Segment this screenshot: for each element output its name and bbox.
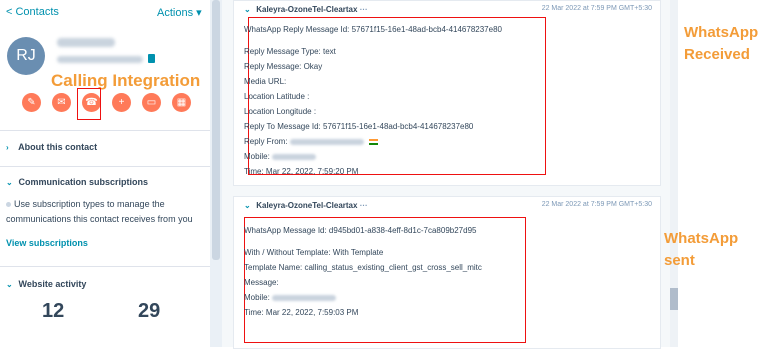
- redacted-name: [289, 138, 364, 145]
- website-activity-header[interactable]: ⌄ Website activity: [6, 279, 86, 289]
- add-icon[interactable]: +: [112, 93, 131, 112]
- about-section-title: About this contact: [18, 142, 98, 152]
- stat-value: 12: [42, 300, 65, 322]
- timeline-scrollbar[interactable]: [670, 288, 678, 310]
- detail-line-time: Time: Mar 22, 2022, 7:59:20 PM: [244, 167, 359, 176]
- card-date: 22 Mar 2022 at 7:59 PM GMT+5:30: [541, 201, 652, 208]
- card-date: 22 Mar 2022 at 7:59 PM GMT+5:30: [541, 5, 652, 12]
- chevron-right-icon: ›: [6, 143, 9, 152]
- info-dot-icon: [6, 202, 11, 208]
- view-subscriptions-link[interactable]: View subscriptions: [6, 238, 88, 248]
- detail-line: Message:: [244, 278, 279, 287]
- detail-line: Template Name: calling_status_existing_c…: [244, 263, 482, 272]
- contact-email-redacted: [57, 56, 143, 63]
- whatsapp-received-card: ⌄ Kaleyra-OzoneTel-Cleartax ··· 22 Mar 2…: [233, 0, 661, 186]
- card-title: Kaleyra-OzoneTel-Cleartax: [256, 5, 358, 14]
- sent-message-highlight: [244, 217, 526, 343]
- detail-line-mobile: Mobile:: [244, 152, 317, 161]
- communication-subscriptions-header[interactable]: ⌄ Communication subscriptions: [6, 177, 148, 187]
- card-title: Kaleyra-OzoneTel-Cleartax: [256, 201, 358, 210]
- meeting-icon[interactable]: ▦: [172, 93, 191, 112]
- actions-dropdown[interactable]: Actions ▾: [157, 6, 202, 19]
- about-section[interactable]: › About this contact: [0, 130, 210, 163]
- detail-line-time: Time: Mar 22, 2022, 7:59:03 PM: [244, 308, 359, 317]
- detail-line: Location Longitude :: [244, 107, 317, 116]
- copy-icon[interactable]: [148, 54, 155, 63]
- chevron-down-icon[interactable]: ⌄: [244, 5, 254, 14]
- chevron-down-icon[interactable]: ⌄: [244, 201, 254, 210]
- stat-value: 29: [138, 300, 161, 322]
- call-highlight-box: [77, 88, 101, 120]
- contact-action-row: ✎ ✉ ☎ + ▭ ▦: [22, 93, 192, 113]
- contact-sidebar: < Contacts Actions ▾ RJ Calling Integrat…: [0, 0, 211, 347]
- chevron-down-icon: ⌄: [6, 178, 13, 187]
- whatsapp-sent-card: ⌄ Kaleyra-OzoneTel-Cleartax ··· 22 Mar 2…: [233, 196, 661, 349]
- subscription-description: Use subscription types to manage the com…: [6, 199, 193, 224]
- contact-name-redacted: [57, 38, 115, 47]
- whatsapp-received-annotation: WhatsApp Received: [684, 24, 758, 63]
- detail-line: Reply Message: Okay: [244, 62, 323, 71]
- detail-line: Reply To Message Id: 57671f15-16e1-48ad-…: [244, 122, 474, 131]
- chevron-down-icon: ⌄: [6, 280, 13, 289]
- more-icon[interactable]: ···: [360, 5, 368, 14]
- sidebar-topbar: < Contacts Actions ▾: [0, 0, 210, 24]
- whatsapp-sent-annotation: WhatsApp sent: [664, 230, 739, 269]
- india-flag-icon: [369, 138, 379, 145]
- calling-integration-annotation: Calling Integration: [51, 71, 201, 90]
- email-icon[interactable]: ✉: [52, 93, 71, 112]
- redacted-mobile: [272, 153, 317, 160]
- more-icon[interactable]: ···: [360, 201, 368, 210]
- communication-subscriptions-title: Communication subscriptions: [18, 177, 149, 187]
- detail-line: Reply Message Type: text: [244, 47, 336, 56]
- detail-line: Media URL:: [244, 77, 287, 86]
- message-id-line: WhatsApp Reply Message Id: 57671f15-16e1…: [244, 25, 502, 34]
- detail-line-reply-from: Reply From:: [244, 137, 379, 146]
- task-icon[interactable]: ▭: [142, 93, 161, 112]
- redacted-mobile: [272, 294, 337, 301]
- contacts-back-link[interactable]: < Contacts: [6, 6, 59, 18]
- detail-line-mobile: Mobile:: [244, 293, 337, 302]
- message-id-line: WhatsApp Message Id: d945bd01-a838-4eff-…: [244, 226, 477, 235]
- website-activity-title: Website activity: [18, 279, 87, 289]
- avatar: RJ: [7, 37, 45, 75]
- detail-line: With / Without Template: With Template: [244, 248, 384, 257]
- website-activity-section: ⌄ Website activity: [0, 266, 210, 348]
- detail-line: Location Latitude :: [244, 92, 310, 101]
- sidebar-scrollbar[interactable]: [212, 0, 220, 260]
- note-icon[interactable]: ✎: [22, 93, 41, 112]
